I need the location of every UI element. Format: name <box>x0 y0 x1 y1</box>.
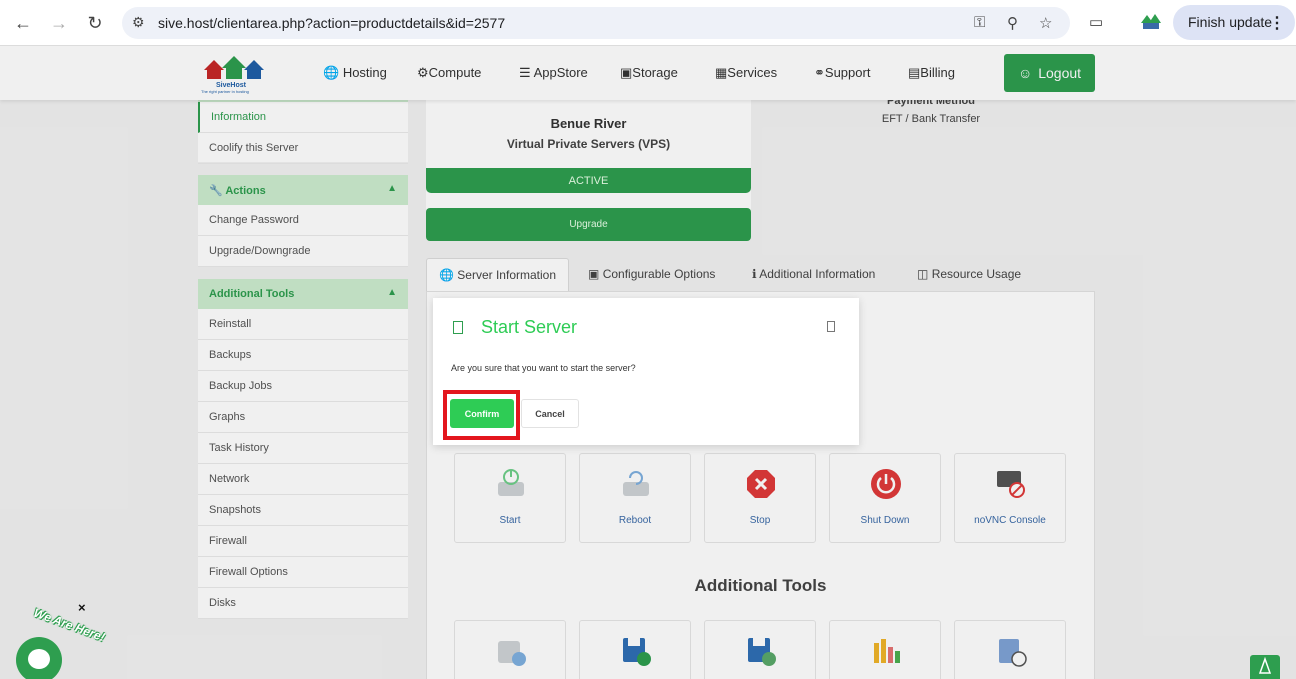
zoom-icon[interactable]: ⚲ <box>1007 14 1018 32</box>
modal-title: Start Server <box>481 317 578 337</box>
url-text[interactable]: sive.host/clientarea.php?action=productd… <box>158 15 505 31</box>
close-icon[interactable] <box>827 321 835 332</box>
profile-icon[interactable] <box>1139 11 1163 33</box>
chat-launcher-button[interactable] <box>16 637 62 679</box>
browser-toolbar: ← → ↻ ⚙ sive.host/clientarea.php?action=… <box>0 0 1296 46</box>
server-icon <box>453 321 463 334</box>
reload-icon[interactable]: ↻ <box>83 11 107 35</box>
finish-update-label: Finish update <box>1188 14 1273 30</box>
page-content: SiveHost The right partner in hosting 🌐 … <box>0 46 1296 679</box>
address-bar[interactable]: ⚙ sive.host/clientarea.php?action=produc… <box>122 7 1070 39</box>
forward-icon[interactable]: → <box>47 11 71 35</box>
password-key-icon[interactable]: ⚿ <box>974 14 985 31</box>
chat-close-button[interactable]: × <box>78 600 86 615</box>
confirm-highlight-box <box>443 390 520 440</box>
modal-message: Are you sure that you want to start the … <box>451 363 636 373</box>
scroll-top-button[interactable] <box>1250 655 1280 679</box>
back-icon[interactable]: ← <box>11 11 35 35</box>
rocket-icon <box>1258 656 1272 674</box>
chat-bubble-icon <box>28 649 50 669</box>
extensions-icon[interactable]: ▭ <box>1089 13 1103 31</box>
finish-update-button[interactable]: Finish update ⋮ <box>1173 5 1295 40</box>
bookmark-star-icon[interactable]: ☆ <box>1039 14 1052 32</box>
site-settings-icon[interactable]: ⚙ <box>132 14 145 31</box>
cancel-button[interactable]: Cancel <box>521 399 579 428</box>
menu-kebab-icon[interactable]: ⋮ <box>1269 13 1285 33</box>
